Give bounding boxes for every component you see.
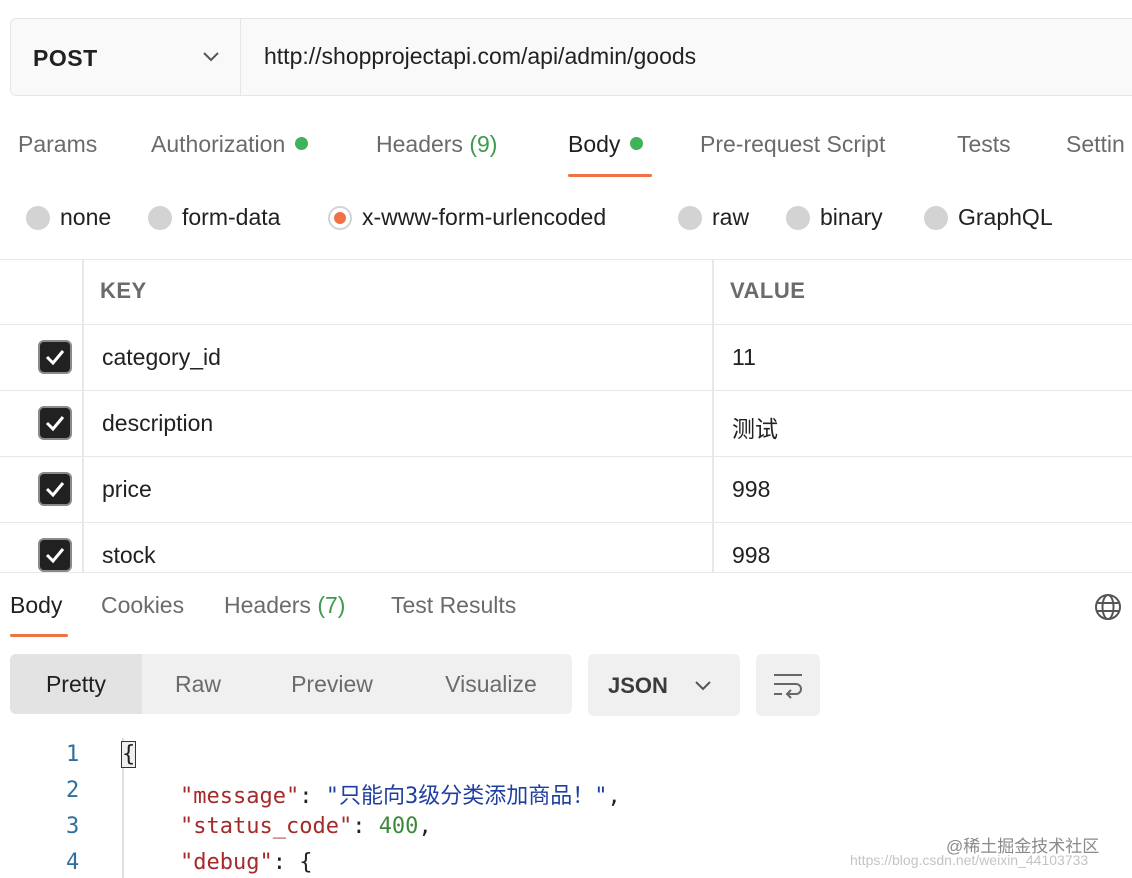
response-tab-headers-label: Headers: [224, 592, 311, 618]
radio-raw[interactable]: [678, 206, 702, 230]
view-mode-pretty[interactable]: Pretty: [10, 654, 142, 714]
line-number: 4: [66, 850, 80, 875]
radio-binary[interactable]: [786, 206, 810, 230]
response-tab-headers-count: (7): [317, 592, 346, 618]
column-header-value: VALUE: [730, 278, 806, 303]
param-value[interactable]: 11: [732, 344, 756, 371]
active-tab-underline: [568, 174, 652, 177]
row-checkbox[interactable]: [38, 340, 72, 374]
param-key[interactable]: price: [102, 476, 152, 503]
param-value[interactable]: 998: [732, 476, 770, 503]
tab-headers-count: (9): [469, 131, 498, 157]
table-divider: [0, 324, 1132, 325]
line-number: 2: [66, 778, 80, 803]
param-value[interactable]: 测试: [732, 410, 778, 444]
method-select[interactable]: POST: [11, 19, 241, 95]
code-key: "message": [180, 784, 300, 809]
radio-none[interactable]: [26, 206, 50, 230]
radio-urlencoded-label: x-www-form-urlencoded: [362, 204, 607, 230]
checkmark-icon: [45, 482, 65, 498]
tab-params[interactable]: Params: [18, 131, 97, 158]
radio-urlencoded[interactable]: [328, 206, 352, 230]
radio-graphql[interactable]: [924, 206, 948, 230]
format-label: JSON: [608, 673, 668, 698]
code-line: "status_code": 400,: [180, 814, 432, 839]
tab-body-label: Body: [568, 131, 621, 157]
tab-authorization[interactable]: Authorization: [151, 131, 309, 158]
radio-none-label: none: [60, 204, 112, 230]
table-divider: [0, 456, 1132, 457]
globe-icon[interactable]: [1093, 592, 1123, 622]
response-tab-test-results[interactable]: Test Results: [391, 592, 516, 619]
active-tab-underline: [10, 634, 68, 637]
code-comma: ,: [418, 814, 432, 839]
table-divider: [0, 572, 1132, 573]
table-divider: [0, 259, 1132, 260]
checkmark-icon: [45, 548, 65, 564]
row-checkbox[interactable]: [38, 538, 72, 572]
tab-headers-label: Headers: [376, 131, 463, 157]
watermark-url: https://blog.csdn.net/weixin_44103733: [850, 852, 1089, 868]
tab-tests[interactable]: Tests: [957, 131, 1011, 158]
checkmark-icon: [45, 416, 65, 432]
url-input[interactable]: http://shopprojectapi.com/api/admin/good…: [264, 43, 696, 70]
checkmark-icon: [45, 350, 65, 366]
tab-headers[interactable]: Headers (9): [376, 131, 497, 158]
radio-form-data[interactable]: [148, 206, 172, 230]
response-tab-cookies[interactable]: Cookies: [101, 592, 184, 619]
row-checkbox[interactable]: [38, 472, 72, 506]
row-checkbox[interactable]: [38, 406, 72, 440]
request-bar: POST http://shopprojectapi.com/api/admin…: [10, 18, 1132, 96]
radio-binary-label: binary: [820, 204, 883, 230]
view-mode-raw[interactable]: Raw: [142, 654, 254, 714]
radio-form-data-label: form-data: [182, 204, 281, 230]
param-key[interactable]: stock: [102, 542, 156, 569]
tab-authorization-label: Authorization: [151, 131, 286, 157]
table-divider: [0, 390, 1132, 391]
code-line: "debug": {: [180, 850, 312, 875]
code-comma: ,: [607, 784, 621, 809]
chevron-down-icon: [695, 681, 711, 691]
param-value[interactable]: 998: [732, 542, 770, 569]
code-brace: {: [299, 850, 313, 875]
format-select[interactable]: JSON: [588, 654, 740, 716]
table-row-clip: stock 998: [0, 523, 1132, 572]
chevron-down-icon: [203, 52, 219, 62]
line-number: 1: [66, 742, 80, 767]
code-colon: :: [272, 850, 300, 875]
radio-graphql-label: GraphQL: [958, 204, 1053, 230]
line-number: 3: [66, 814, 80, 839]
wrap-lines-icon: [774, 674, 802, 699]
code-number: 400: [378, 814, 419, 839]
view-mode-visualize[interactable]: Visualize: [418, 654, 564, 714]
tab-body[interactable]: Body: [568, 131, 644, 158]
code-line: "message": "只能向3级分类添加商品！",: [180, 778, 621, 810]
code-brace: {: [120, 741, 137, 768]
status-dot-icon: [630, 137, 644, 150]
param-key[interactable]: description: [102, 410, 213, 437]
code-key: "debug": [180, 850, 273, 875]
tab-settings[interactable]: Settin: [1066, 131, 1125, 158]
code-string: "只能向3级分类添加商品！": [325, 784, 608, 809]
response-tab-body[interactable]: Body: [10, 592, 62, 619]
radio-raw-label: raw: [712, 204, 750, 230]
view-mode-preview[interactable]: Preview: [268, 654, 396, 714]
code-colon: :: [299, 784, 326, 809]
code-colon: :: [352, 814, 379, 839]
param-key[interactable]: category_id: [102, 344, 221, 371]
view-mode-switch: Pretty Raw Preview Visualize: [10, 654, 572, 714]
column-header-key: KEY: [100, 278, 147, 303]
code-key: "status_code": [180, 814, 353, 839]
status-dot-icon: [295, 137, 309, 150]
wrap-lines-button[interactable]: [756, 654, 820, 716]
tab-prerequest-script[interactable]: Pre-request Script: [700, 131, 885, 158]
response-tab-headers[interactable]: Headers (7): [224, 592, 345, 619]
method-label: POST: [33, 45, 98, 71]
